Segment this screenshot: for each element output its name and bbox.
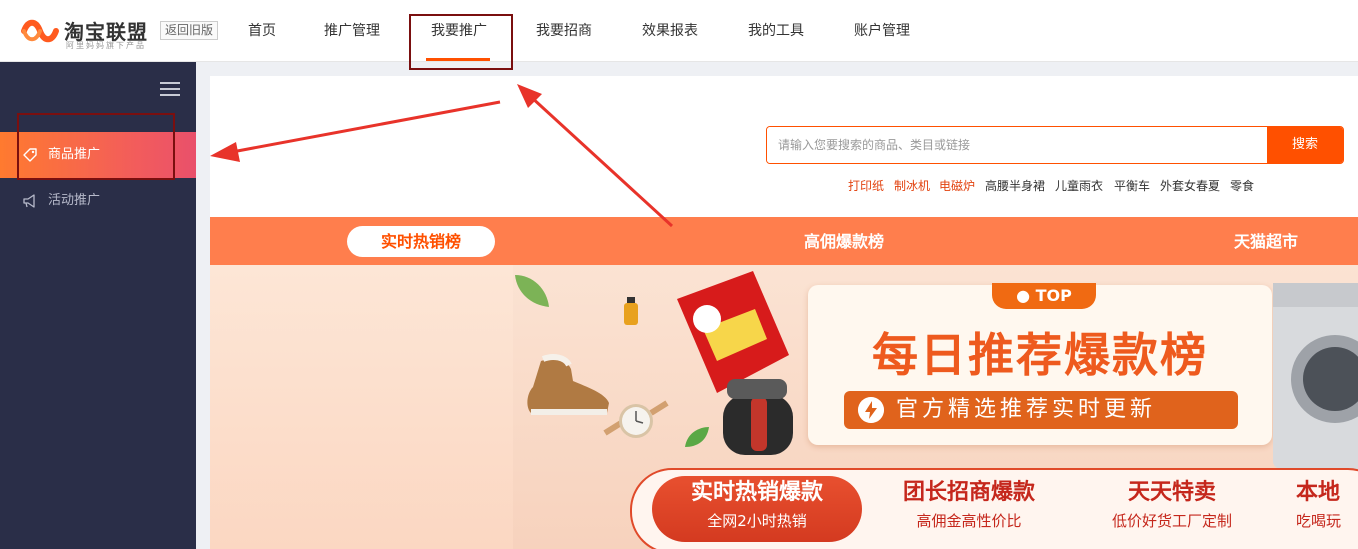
hotword-link[interactable]: 打印纸 [848,177,884,194]
pill-subtitle: 高佣金高性价比 [916,512,1022,530]
nav-home[interactable]: 首页 [246,0,278,62]
promo-banner[interactable]: ● TOP 每日推荐爆款榜 官方精选推荐实时更新 实时热销爆款 全网2小时热销 … [210,265,1358,549]
sneaker-image [527,354,609,415]
back-to-old-version-button[interactable]: 返回旧版 [160,21,219,40]
pill-title: 团长招商爆款 [902,480,1035,505]
pill-realtime-hot[interactable]: 实时热销爆款 全网2小时热销 [652,476,862,542]
nav-merchant-recruit[interactable]: 我要招商 [534,0,594,62]
hotword-link[interactable]: 平衡车 [1114,177,1150,194]
pill-daily-sale[interactable]: 天天特卖 低价好货工厂定制 [1092,476,1252,542]
tab-high-commission[interactable]: 高佣爆款榜 [794,226,894,257]
tab-realtime-hot[interactable]: 实时热销榜 [347,226,495,257]
ranking-tabs: 实时热销榜 高佣爆款榜 天猫超市 [210,217,1358,265]
nav-my-tools[interactable]: 我的工具 [746,0,806,62]
category-pill-bar: 实时热销爆款 全网2小时热销 团长招商爆款 高佣金高性价比 天天特卖 低价好货工… [630,468,1358,549]
top-badge: ● TOP [992,283,1096,309]
leaf-icon [515,275,549,307]
hotword-link[interactable]: 电磁炉 [939,177,975,194]
banner-subtitle: 官方精选推荐实时更新 [896,397,1157,422]
annotation-box-sidebar [17,113,175,180]
hotword-link[interactable]: 儿童雨衣 [1055,177,1103,194]
top-navbar: 淘宝联盟 阿里妈妈旗下产品 返回旧版 首页 推广管理 我要推广 我要招商 效果报… [0,0,1358,62]
hotword-link[interactable]: 制冰机 [894,177,930,194]
banner-subtitle-bar: 官方精选推荐实时更新 [844,391,1238,429]
logo-subtitle: 阿里妈妈旗下产品 [66,41,146,50]
hotword-link[interactable]: 高腰半身裙 [985,177,1045,194]
daily-hot-panel: ● TOP 每日推荐爆款榜 官方精选推荐实时更新 [808,283,1272,445]
search-bar: 搜索 [766,126,1344,164]
tab-tmall-supermarket[interactable]: 天猫超市 [1226,226,1306,257]
pill-title: 实时热销爆款 [690,480,823,505]
search-input[interactable] [767,127,1267,163]
banner-title: 每日推荐爆款榜 [872,328,1208,382]
pill-title: 天天特卖 [1127,480,1216,505]
washing-machine-image [1273,283,1358,469]
flame-icon: ● [1016,286,1031,305]
bottle-image [624,297,638,325]
logo-icon [21,19,59,43]
nav-promotion-management[interactable]: 推广管理 [322,0,382,62]
lightning-icon [858,397,884,423]
hotword-link[interactable]: 外套女春夏 [1160,177,1220,194]
main-content: 搜索 打印纸 制冰机 电磁炉 高腰半身裙 儿童雨衣 平衡车 外套女春夏 零食 实… [210,76,1358,549]
watch-image [603,400,669,438]
sidebar-item-label: 活动推广 [48,193,101,208]
taobao-union-logo[interactable]: 淘宝联盟 阿里妈妈旗下产品 [20,12,160,52]
sidebar-item-campaign-promotion[interactable]: 活动推广 [0,178,196,224]
small-leaf-icon [685,427,709,447]
pill-title: 本地 [1296,480,1341,505]
shaver-image [723,379,793,455]
megaphone-icon [23,194,35,208]
pill-subtitle: 全网2小时热销 [707,512,807,530]
pill-subtitle: 低价好货工厂定制 [1111,512,1232,530]
search-button[interactable]: 搜索 [1267,127,1343,163]
nav-account-management[interactable]: 账户管理 [852,0,912,62]
pill-leader-recruit[interactable]: 团长招商爆款 高佣金高性价比 [884,476,1054,542]
pill-local[interactable]: 本地 吃喝玩 [1296,476,1358,542]
nav-reports[interactable]: 效果报表 [640,0,700,62]
menu-toggle-icon[interactable] [160,82,182,98]
hotword-link[interactable]: 零食 [1230,177,1254,194]
top-badge-label: TOP [1035,286,1072,305]
annotation-box-nav [409,14,513,70]
pill-subtitle: 吃喝玩 [1296,512,1342,530]
